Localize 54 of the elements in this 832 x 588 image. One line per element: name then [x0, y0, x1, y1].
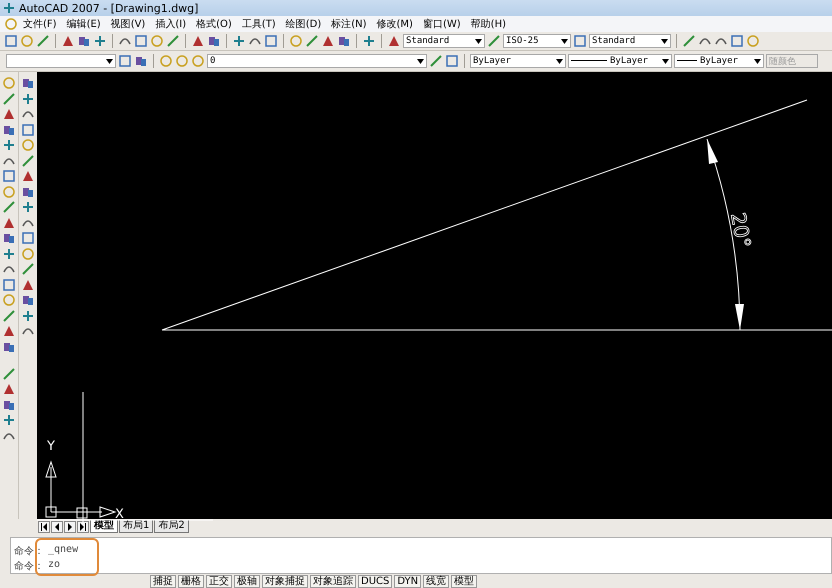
command-text: zo	[48, 558, 60, 572]
caret-icon	[417, 58, 424, 64]
menu-item[interactable]: 格式(O)	[191, 17, 237, 31]
status-toggle[interactable]: DUCS	[358, 575, 392, 588]
caret-icon	[106, 58, 113, 64]
layer-dropdown[interactable]: 0	[207, 54, 427, 68]
y-axis-label: Y	[47, 439, 55, 454]
linetype-dropdown[interactable]: ByLayer	[568, 54, 672, 68]
menu-item[interactable]: 窗口(W)	[418, 17, 466, 31]
command-prompt: 命令：	[14, 544, 44, 558]
status-toggle[interactable]: 极轴	[234, 575, 260, 588]
last-tab-button[interactable]	[77, 520, 89, 532]
text-style-dropdown[interactable]: Standard	[403, 34, 485, 48]
caret-icon	[475, 38, 482, 44]
previous-tab-button[interactable]	[51, 520, 63, 532]
menu-item[interactable]: 绘图(D)	[280, 17, 326, 31]
menu-item[interactable]: 视图(V)	[106, 17, 150, 31]
caret-icon	[754, 58, 761, 64]
menu-item[interactable]: 插入(I)	[150, 17, 192, 31]
highlight-outline	[35, 538, 99, 576]
caret-icon	[662, 58, 669, 64]
command-window[interactable]: 命令： _qnew 命令： zo	[10, 537, 832, 574]
menu-item[interactable]: 帮助(H)	[466, 17, 511, 31]
menu-item[interactable]: 标注(N)	[326, 17, 372, 31]
workspace-dropdown[interactable]	[6, 54, 116, 68]
dimension-text: 20°	[726, 210, 756, 250]
caret-icon	[561, 38, 568, 44]
status-toggle[interactable]: 模型	[451, 575, 478, 588]
status-toggle[interactable]: 对象追踪	[310, 575, 356, 588]
status-toggle[interactable]: 捕捉	[150, 575, 176, 588]
status-toggle[interactable]: DYN	[394, 575, 422, 588]
lineweight-dropdown[interactable]: ByLayer	[674, 54, 764, 68]
window-title: AutoCAD 2007 - [Drawing1.dwg]	[19, 2, 198, 14]
status-toggle[interactable]: 对象捕捉	[262, 575, 308, 588]
status-toggle[interactable]: 线宽	[423, 575, 450, 588]
triangle-icon	[79, 522, 87, 530]
first-tab-button[interactable]	[38, 520, 50, 532]
command-text: _qnew	[48, 544, 78, 556]
menu-item[interactable]: 修改(M)	[372, 17, 418, 31]
x-axis-label: X	[115, 507, 124, 522]
caret-icon	[661, 38, 668, 44]
triangle-icon	[40, 522, 48, 530]
menu-item[interactable]: 工具(T)	[236, 17, 281, 31]
ucs-icon	[45, 460, 117, 518]
command-prompt: 命令：	[14, 560, 44, 572]
color-dropdown[interactable]: ByLayer	[470, 54, 566, 68]
caret-icon	[556, 58, 563, 64]
status-toggle[interactable]: 栅格	[178, 575, 204, 588]
dimension-style-dropdown[interactable]: ISO-25	[503, 34, 571, 48]
table-style-dropdown[interactable]: Standard	[589, 34, 671, 48]
menu-item[interactable]: 编辑(E)	[62, 17, 106, 31]
status-toggle[interactable]: 正交	[206, 575, 232, 588]
menu-item[interactable]: 文件(F)	[18, 17, 62, 31]
next-tab-button[interactable]	[64, 520, 76, 532]
